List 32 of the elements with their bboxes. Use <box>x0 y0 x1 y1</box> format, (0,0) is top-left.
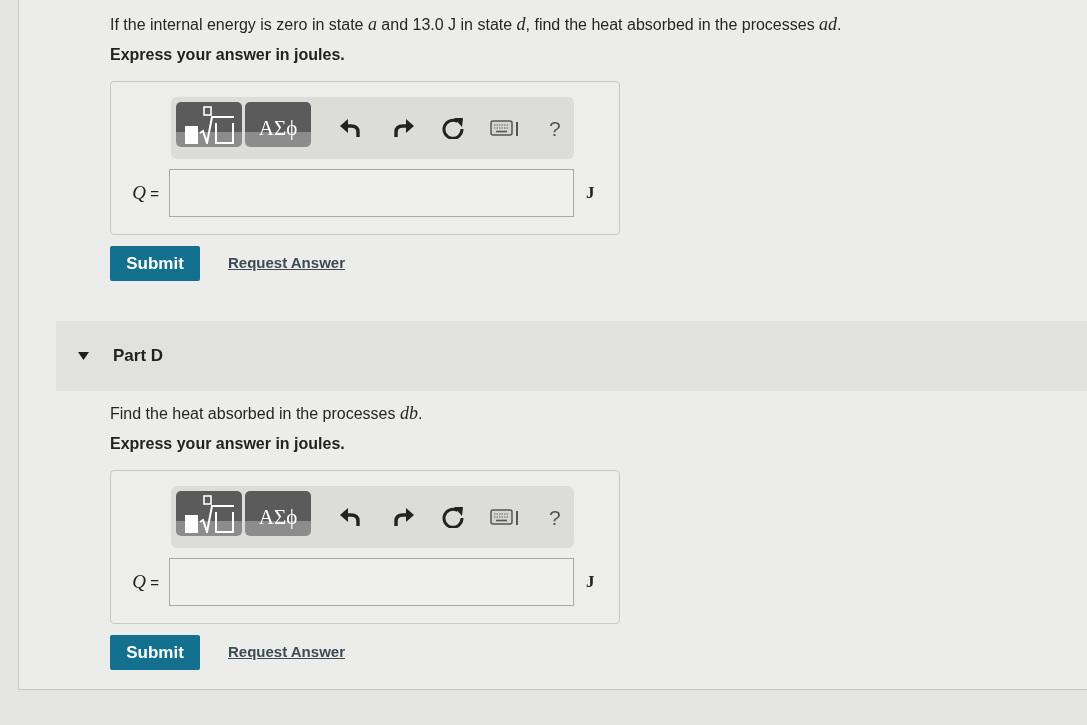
submit-button[interactable]: Submit <box>110 246 200 281</box>
keyboard-icon[interactable] <box>490 508 519 526</box>
templates-button[interactable] <box>176 101 242 147</box>
submit-button[interactable]: Submit <box>110 635 200 670</box>
help-button[interactable]: ? <box>547 117 563 139</box>
question-text: Find the heat absorbed in the processes db. <box>110 403 424 424</box>
answer-input-field[interactable] <box>169 169 574 217</box>
reset-icon[interactable] <box>441 506 464 528</box>
reset-icon[interactable] <box>441 117 464 139</box>
instruction-text: Express your answer in joules. <box>110 45 346 65</box>
root-template-icon <box>184 105 234 144</box>
redo-icon[interactable] <box>394 119 414 137</box>
unit-label: J <box>585 571 596 594</box>
caret-icon[interactable] <box>78 352 89 360</box>
instruction-text: Express your answer in joules. <box>110 434 346 454</box>
redo-icon[interactable] <box>394 508 414 526</box>
unit-label: J <box>585 182 596 205</box>
root-template-icon <box>184 494 234 533</box>
symbols-button[interactable]: ΑΣϕ <box>245 101 311 147</box>
symbols-button[interactable]: ΑΣϕ <box>245 490 311 536</box>
keyboard-icon[interactable] <box>490 119 519 137</box>
templates-button[interactable] <box>176 490 242 536</box>
request-answer-link[interactable]: Request Answer <box>228 252 345 275</box>
request-answer-link[interactable]: Request Answer <box>228 641 345 664</box>
undo-icon[interactable] <box>340 119 360 137</box>
help-button[interactable]: ? <box>547 506 563 528</box>
variable-label: Q = <box>131 569 160 594</box>
part-title[interactable]: Part D <box>113 343 164 369</box>
variable-label: Q = <box>131 180 160 205</box>
undo-icon[interactable] <box>340 508 360 526</box>
answer-input-field[interactable] <box>169 558 574 606</box>
question-text: If the internal energy is zero in state a and 13.0 J in state d, find the heat absorbed in the processes ad. <box>110 14 843 35</box>
